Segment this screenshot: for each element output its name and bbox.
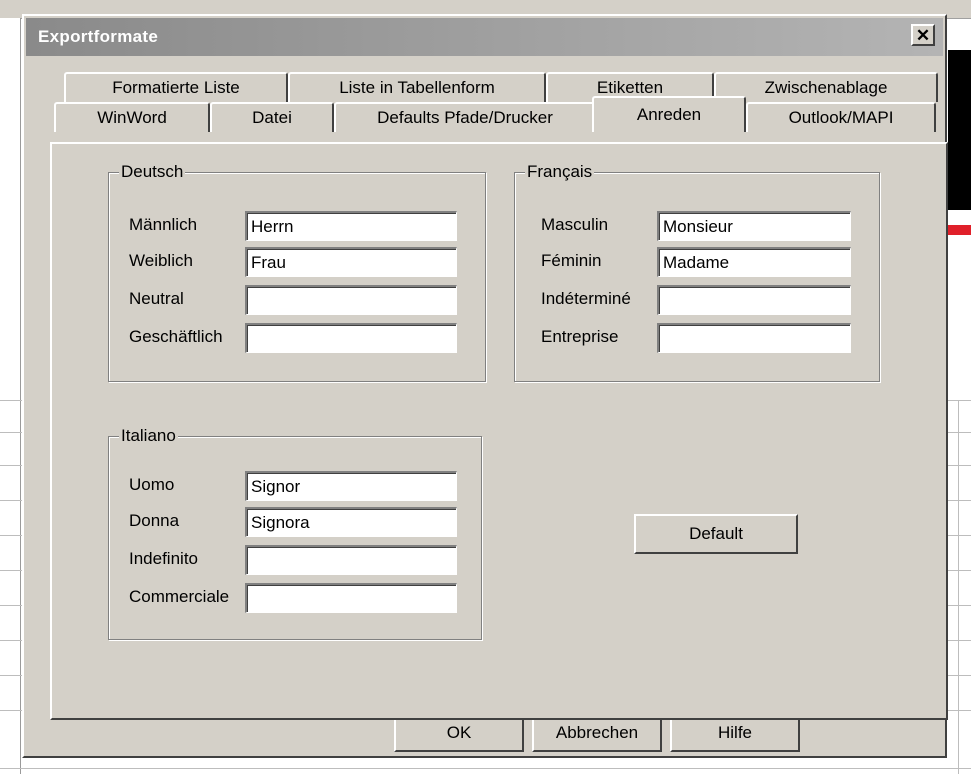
- tab-label: Anreden: [636, 105, 702, 124]
- group-title: Français: [525, 162, 595, 182]
- donna-field[interactable]: [245, 507, 457, 537]
- tab-outlook-mapi[interactable]: Outlook/MAPI: [746, 102, 936, 132]
- label-indefinito: Indefinito: [129, 549, 198, 568]
- maennlich-field[interactable]: [245, 211, 457, 241]
- tab-liste-in-tabellenform[interactable]: Liste in Tabellenform: [288, 72, 546, 102]
- ok-button-label: OK: [446, 723, 472, 742]
- dialog-title: Exportformate: [38, 27, 159, 46]
- tab-datei[interactable]: Datei: [210, 102, 334, 132]
- label-uomo: Uomo: [129, 475, 175, 494]
- tab-label: Zwischenablage: [764, 78, 888, 97]
- close-button[interactable]: ✕: [911, 24, 935, 46]
- commerciale-field[interactable]: [245, 583, 457, 613]
- help-button-label: Hilfe: [717, 723, 752, 742]
- background-red-bar: [948, 225, 971, 235]
- cancel-button-label: Abbrechen: [555, 723, 639, 742]
- close-icon: ✕: [915, 25, 931, 45]
- export-formats-dialog: Exportformate ✕ Formatierte Liste Liste …: [22, 14, 948, 758]
- tab-label: Outlook/MAPI: [788, 108, 894, 127]
- label-geschaeftlich: Geschäftlich: [129, 327, 223, 346]
- label-commerciale: Commerciale: [129, 587, 230, 606]
- label-weiblich: Weiblich: [129, 251, 193, 270]
- label-masculin: Masculin: [541, 215, 609, 234]
- background-sidebar: [0, 18, 21, 774]
- background-gridline: [0, 768, 971, 769]
- group-title: Deutsch: [119, 162, 186, 182]
- tab-label: WinWord: [97, 108, 167, 127]
- uomo-field[interactable]: [245, 471, 457, 501]
- feminin-field[interactable]: [657, 247, 851, 277]
- tab-label: Defaults Pfade/Drucker: [377, 108, 553, 127]
- tab-label: Etiketten: [596, 78, 664, 97]
- tab-label: Liste in Tabellenform: [339, 78, 495, 97]
- indetermine-field[interactable]: [657, 285, 851, 315]
- label-entreprise: Entreprise: [541, 327, 619, 346]
- indefinito-field[interactable]: [245, 545, 457, 575]
- tab-anreden[interactable]: Anreden: [592, 96, 746, 132]
- weiblich-field[interactable]: [245, 247, 457, 277]
- geschaeftlich-field[interactable]: [245, 323, 457, 353]
- tab-defaults-pfade-drucker[interactable]: Defaults Pfade/Drucker: [334, 102, 596, 132]
- group-italiano: Italiano Uomo Donna Indefinito Commercia…: [108, 426, 482, 640]
- tab-winword[interactable]: WinWord: [54, 102, 210, 132]
- label-maennlich: Männlich: [129, 215, 198, 234]
- entreprise-field[interactable]: [657, 323, 851, 353]
- label-indetermine: Indéterminé: [541, 289, 631, 308]
- background-gridline: [958, 400, 959, 774]
- group-deutsch: Deutsch Männlich Weiblich Neutral Geschä…: [108, 162, 486, 382]
- group-title: Italiano: [119, 426, 178, 446]
- tab-zwischenablage[interactable]: Zwischenablage: [714, 72, 938, 102]
- label-donna: Donna: [129, 511, 180, 530]
- default-button[interactable]: Default: [634, 514, 798, 554]
- background-block: [948, 50, 971, 210]
- tab-formatierte-liste[interactable]: Formatierte Liste: [64, 72, 288, 102]
- label-neutral: Neutral: [129, 289, 184, 308]
- dialog-titlebar[interactable]: Exportformate ✕: [26, 18, 943, 56]
- label-feminin: Féminin: [541, 251, 602, 270]
- masculin-field[interactable]: [657, 211, 851, 241]
- neutral-field[interactable]: [245, 285, 457, 315]
- group-francais: Français Masculin Féminin Indéterminé En…: [514, 162, 880, 382]
- tab-label: Formatierte Liste: [112, 78, 240, 97]
- tab-label: Datei: [252, 108, 292, 127]
- tab-panel-anreden: Deutsch Männlich Weiblich Neutral Geschä…: [50, 142, 948, 720]
- default-button-label: Default: [689, 524, 743, 543]
